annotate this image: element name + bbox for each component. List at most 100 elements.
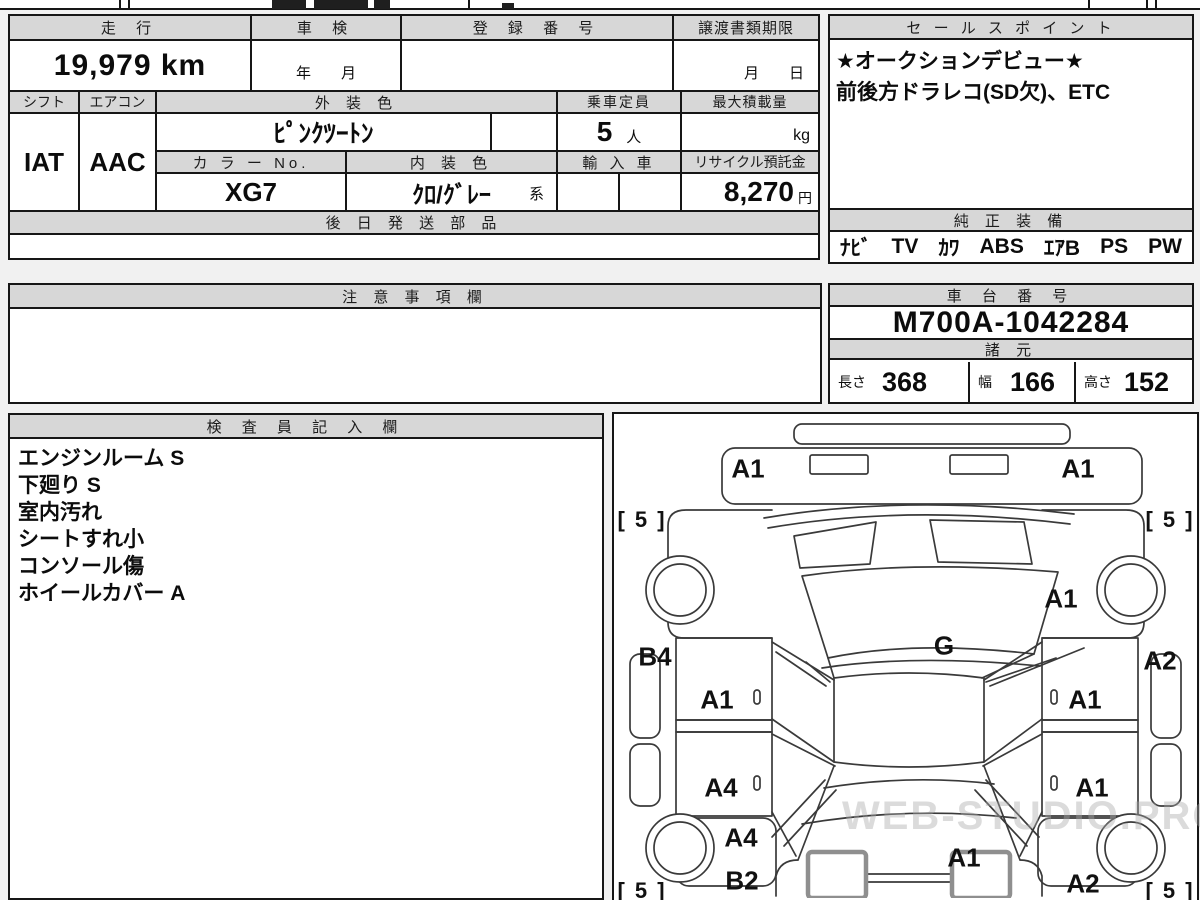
inspector-line: 室内汚れ bbox=[18, 501, 102, 524]
exterior-color-extra bbox=[492, 114, 558, 152]
damage-label: A1 bbox=[947, 842, 981, 873]
interior-color-suffix: 系 bbox=[528, 186, 544, 203]
tire-grade-label: [ 5 ] bbox=[1145, 507, 1195, 532]
sales-point-body: ★オークションデビュー★ 前後方ドラレコ(SD欠)、ETC bbox=[830, 40, 1192, 210]
damage-label: A1 bbox=[700, 684, 734, 715]
inspector-box: 検 査 員 記 入 欄 エンジンルーム S 下廻り S 室内汚れ シートすれ小 … bbox=[8, 413, 604, 900]
damage-label: A2 bbox=[1143, 645, 1177, 676]
chassis-header: 車 台 番 号 bbox=[830, 285, 1192, 307]
cutoff-divider bbox=[119, 0, 121, 10]
equipment-row: ﾅﾋﾞ TV ｶﾜ ABS ｴｱB PS PW bbox=[830, 232, 1192, 262]
damage-label: A1 bbox=[1061, 453, 1095, 484]
inspector-header: 検 査 員 記 入 欄 bbox=[10, 415, 602, 439]
cutoff-divider bbox=[1088, 0, 1090, 10]
equipment-item: ｴｱB bbox=[1043, 237, 1081, 260]
capacity-header: 乗車定員 bbox=[558, 92, 682, 114]
equipment-item: ｶﾜ bbox=[938, 237, 960, 260]
later-parts-header: 後 日 発 送 部 品 bbox=[10, 212, 820, 235]
equipment-item: ABS bbox=[979, 235, 1024, 258]
length-label: 長さ bbox=[838, 374, 866, 390]
import-value-1 bbox=[558, 174, 620, 212]
interior-color-header: 内 装 色 bbox=[347, 152, 558, 174]
max-load-value: kg bbox=[682, 114, 820, 152]
specs-header: 諸 元 bbox=[830, 340, 1192, 360]
damage-label: A4 bbox=[704, 772, 738, 803]
inspector-line: 下廻り S bbox=[18, 474, 101, 497]
damage-diagram-box: A1 A1 [ 5 ] [ 5 ] A1 G B4 A2 A1 A1 A4 A1… bbox=[612, 412, 1200, 900]
recycle-fee-number: 8,270 bbox=[723, 176, 794, 207]
recycle-fee-value: 8,270 円 bbox=[682, 174, 820, 212]
vehicle-info-table: 走 行 車 検 登 録 番 号 譲渡書類期限 19,979 km 年 月 月 日… bbox=[8, 14, 820, 260]
inspector-body: エンジンルーム S 下廻り S 室内汚れ シートすれ小 コンソール傷 ホイールカ… bbox=[10, 441, 602, 898]
cutoff-divider bbox=[1146, 0, 1148, 10]
height-cell: 高さ 152 bbox=[1076, 362, 1192, 402]
length-value: 368 bbox=[882, 366, 928, 397]
tire-grade-label: [ 5 ] bbox=[617, 878, 667, 900]
equipment-item: ﾅﾋﾞ bbox=[840, 237, 872, 260]
inspector-line: エンジンルーム S bbox=[18, 447, 185, 470]
specs-row: 長さ 368 幅 166 高さ 152 bbox=[830, 362, 1192, 402]
cutoff-text-fragment bbox=[374, 0, 390, 9]
max-load-header: 最大積載量 bbox=[682, 92, 820, 114]
damage-label: B2 bbox=[725, 865, 759, 896]
capacity-number: 5 bbox=[596, 116, 613, 147]
sales-point-line1: ★オークションデビュー★ bbox=[836, 50, 1084, 73]
tire-grade-label: [ 5 ] bbox=[1145, 878, 1195, 900]
auction-sheet: 走 行 車 検 登 録 番 号 譲渡書類期限 19,979 km 年 月 月 日… bbox=[0, 0, 1200, 900]
mileage-value: 19,979 km bbox=[10, 41, 252, 92]
width-cell: 幅 166 bbox=[970, 362, 1076, 402]
color-no-header: カ ラ ー No. bbox=[157, 152, 347, 174]
inspector-line: シートすれ小 bbox=[18, 528, 144, 551]
transfer-deadline-header: 譲渡書類期限 bbox=[674, 16, 820, 41]
shift-value: IAT bbox=[10, 114, 80, 212]
damage-label: A1 bbox=[731, 453, 765, 484]
inspector-line: ホイールカバー A bbox=[18, 582, 186, 605]
sales-point-panel: セ ー ル ス ポ イ ン ト ★オークションデビュー★ 前後方ドラレコ(SD欠… bbox=[828, 14, 1194, 264]
shift-header: シフト bbox=[10, 92, 80, 114]
damage-label: A4 bbox=[724, 822, 758, 853]
cutoff-text-fragment bbox=[272, 0, 306, 9]
cutoff-divider bbox=[128, 0, 130, 10]
equipment-item: PW bbox=[1148, 235, 1182, 258]
cutoff-text-fragment bbox=[502, 3, 514, 9]
damage-label: G bbox=[933, 630, 955, 661]
aircon-value: AAC bbox=[80, 114, 157, 212]
damage-label: A1 bbox=[1044, 583, 1078, 614]
notes-body bbox=[10, 311, 820, 402]
sales-point-header: セ ー ル ス ポ イ ン ト bbox=[830, 16, 1192, 40]
import-header: 輸 入 車 bbox=[558, 152, 682, 174]
capacity-unit: 人 bbox=[626, 128, 642, 146]
notes-header: 注 意 事 項 欄 bbox=[10, 285, 820, 309]
inspector-line: コンソール傷 bbox=[18, 555, 144, 578]
color-no-value: XG7 bbox=[157, 174, 347, 212]
cutoff-row bbox=[0, 0, 1200, 10]
interior-color-text: ｸﾛ/ｸﾞﾚｰ bbox=[412, 181, 491, 209]
chassis-value: M700A-1042284 bbox=[830, 307, 1192, 340]
equipment-item: TV bbox=[891, 235, 919, 258]
import-value-2 bbox=[620, 174, 682, 212]
mileage-header: 走 行 bbox=[10, 16, 252, 41]
length-cell: 長さ 368 bbox=[830, 362, 970, 402]
recycle-fee-header: リサイクル預託金 bbox=[682, 152, 820, 174]
registration-value bbox=[402, 41, 674, 92]
equipment-item: PS bbox=[1100, 235, 1129, 258]
capacity-value: 5 人 bbox=[558, 114, 682, 152]
exterior-color-header: 外 装 色 bbox=[157, 92, 558, 114]
transfer-deadline-value: 月 日 bbox=[674, 41, 820, 92]
chassis-panel: 車 台 番 号 M700A-1042284 諸 元 長さ 368 幅 166 高… bbox=[828, 283, 1194, 404]
recycle-fee-unit: 円 bbox=[798, 190, 812, 206]
cutoff-divider bbox=[468, 0, 470, 10]
cutoff-divider bbox=[1155, 0, 1157, 10]
inspection-value: 年 月 bbox=[252, 41, 402, 92]
damage-label: B4 bbox=[638, 641, 672, 672]
damage-label: A2 bbox=[1066, 868, 1100, 899]
later-parts-value bbox=[10, 235, 820, 260]
inspection-header: 車 検 bbox=[252, 16, 402, 41]
cutoff-text-fragment bbox=[314, 0, 368, 9]
aircon-header: エアコン bbox=[80, 92, 157, 114]
width-value: 166 bbox=[1010, 366, 1056, 397]
registration-header: 登 録 番 号 bbox=[402, 16, 674, 41]
watermark: WEB-STUDIO.PRO bbox=[842, 794, 1200, 838]
height-label: 高さ bbox=[1084, 374, 1112, 390]
interior-color-value: ｸﾛ/ｸﾞﾚｰ 系 bbox=[347, 174, 558, 212]
